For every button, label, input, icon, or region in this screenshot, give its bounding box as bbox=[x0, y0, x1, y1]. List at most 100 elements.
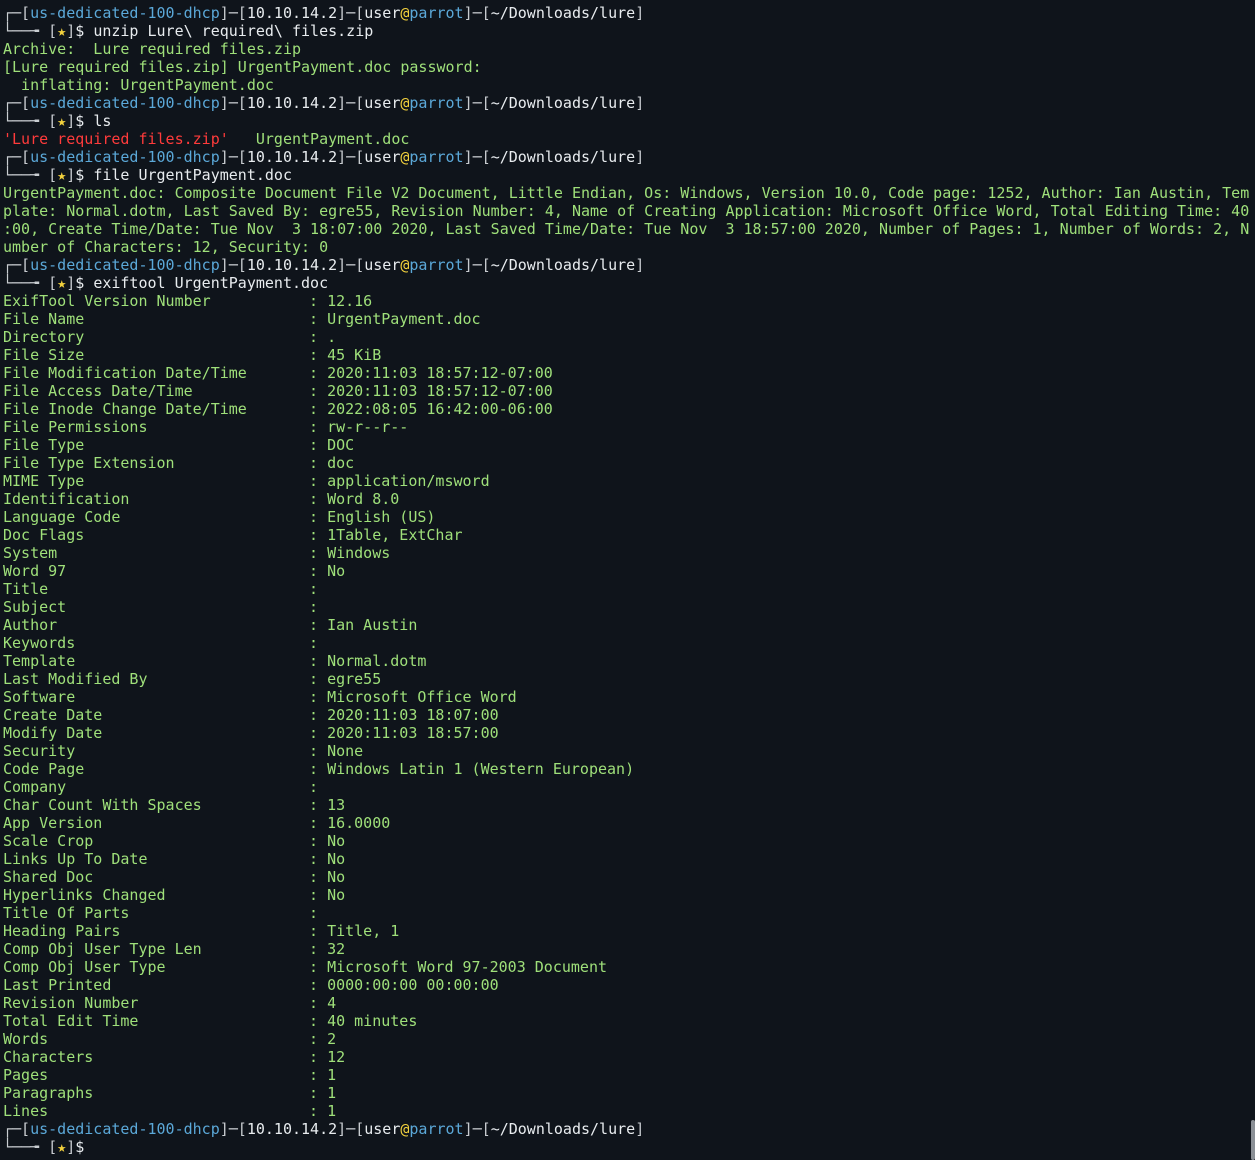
exif-key: Characters bbox=[3, 1048, 94, 1066]
exif-key: Word 97 bbox=[3, 562, 67, 580]
exif-row: ExifTool Version Number: 12.16 bbox=[3, 292, 373, 310]
prompt-header: ┌─[us-dedicated-100-dhcp]─[10.10.14.2]─[… bbox=[3, 4, 645, 22]
exif-value: No bbox=[327, 850, 346, 868]
exif-key: Language Code bbox=[3, 508, 121, 526]
exif-value: 2020:11:03 18:57:12-07:00 bbox=[327, 382, 553, 400]
exif-key: Subject bbox=[3, 598, 67, 616]
prompt-header: ┌─[us-dedicated-100-dhcp]─[10.10.14.2]─[… bbox=[3, 148, 645, 166]
exif-key: Doc Flags bbox=[3, 526, 85, 544]
star-icon: ★ bbox=[57, 166, 67, 184]
exif-row: File Type: DOC bbox=[3, 436, 355, 454]
exif-key: Title bbox=[3, 580, 49, 598]
exif-key: File Access Date/Time bbox=[3, 382, 193, 400]
exif-row: File Inode Change Date/Time: 2022:08:05 … bbox=[3, 400, 553, 418]
exif-value: Normal.dotm bbox=[327, 652, 427, 670]
prompt-command: └──╼ [★]$ unzip Lure\ required\ files.zi… bbox=[3, 22, 374, 40]
prompt-command: └──╼ [★]$ exiftool UrgentPayment.doc bbox=[3, 274, 329, 292]
exif-key: Keywords bbox=[3, 634, 76, 652]
exif-row: File Name: UrgentPayment.doc bbox=[3, 310, 481, 328]
exif-row: Title Of Parts: bbox=[3, 904, 328, 922]
prompt-command: └──╼ [★]$ file UrgentPayment.doc bbox=[3, 166, 292, 184]
scrollbar[interactable] bbox=[1251, 1120, 1255, 1160]
exif-value: 1 bbox=[327, 1084, 337, 1102]
exif-value: egre55 bbox=[327, 670, 382, 688]
exif-key: Identification bbox=[3, 490, 130, 508]
prompt-header: ┌─[us-dedicated-100-dhcp]─[10.10.14.2]─[… bbox=[3, 1120, 645, 1138]
exif-value: DOC bbox=[327, 436, 355, 454]
exif-key: Last Printed bbox=[3, 976, 112, 994]
exif-value: UrgentPayment.doc bbox=[327, 310, 481, 328]
exif-row: Code Page: Windows Latin 1 (Western Euro… bbox=[3, 760, 635, 778]
exif-row: Directory: . bbox=[3, 328, 337, 346]
exif-value: 1 bbox=[327, 1102, 337, 1120]
exif-key: Directory bbox=[3, 328, 85, 346]
exif-row: App Version: 16.0000 bbox=[3, 814, 391, 832]
exif-value: No bbox=[327, 868, 346, 886]
exif-row: Words: 2 bbox=[3, 1030, 337, 1048]
output-line: plate: Normal.dotm, Last Saved By: egre5… bbox=[3, 202, 1250, 220]
exif-key: Paragraphs bbox=[3, 1084, 94, 1102]
exif-key: Software bbox=[3, 688, 76, 706]
exif-value: 2 bbox=[327, 1030, 337, 1048]
exif-row: Security: None bbox=[3, 742, 364, 760]
exif-value: 40 minutes bbox=[327, 1012, 418, 1030]
star-icon: ★ bbox=[57, 1138, 67, 1156]
exif-row: Revision Number: 4 bbox=[3, 994, 337, 1012]
exif-key: Links Up To Date bbox=[3, 850, 148, 868]
exif-value: 4 bbox=[327, 994, 337, 1012]
exif-key: File Permissions bbox=[3, 418, 148, 436]
exif-key: Scale Crop bbox=[3, 832, 94, 850]
exif-row: Keywords: bbox=[3, 634, 328, 652]
exif-row: Last Modified By: egre55 bbox=[3, 670, 382, 688]
ls-output: 'Lure required files.zip' UrgentPayment.… bbox=[3, 130, 410, 148]
exif-value: 32 bbox=[327, 940, 346, 958]
exif-value: doc bbox=[327, 454, 355, 472]
exif-value: Word 8.0 bbox=[327, 490, 400, 508]
output-line: [Lure required files.zip] UrgentPayment.… bbox=[3, 58, 482, 76]
exif-row: Scale Crop: No bbox=[3, 832, 346, 850]
exif-row: Lines: 1 bbox=[3, 1102, 337, 1120]
exif-value: None bbox=[327, 742, 364, 760]
prompt-command[interactable]: └──╼ [★]$ bbox=[3, 1138, 1251, 1156]
terminal-output[interactable]: ┌─[us-dedicated-100-dhcp]─[10.10.14.2]─[… bbox=[3, 4, 1251, 1156]
exif-row: File Access Date/Time: 2020:11:03 18:57:… bbox=[3, 382, 553, 400]
output-line: inflating: UrgentPayment.doc bbox=[3, 76, 274, 94]
prompt-header: ┌─[us-dedicated-100-dhcp]─[10.10.14.2]─[… bbox=[3, 94, 645, 112]
exif-key: Code Page bbox=[3, 760, 85, 778]
output-line: umber of Characters: 12, Security: 0 bbox=[3, 238, 329, 256]
exif-row: Subject: bbox=[3, 598, 328, 616]
exif-row: Author: Ian Austin bbox=[3, 616, 418, 634]
exif-value: Ian Austin bbox=[327, 616, 418, 634]
exif-value: No bbox=[327, 562, 346, 580]
exif-row: Last Printed: 0000:00:00 00:00:00 bbox=[3, 976, 499, 994]
exif-row: Title: bbox=[3, 580, 328, 598]
exif-value: 2020:11:03 18:07:00 bbox=[327, 706, 499, 724]
exif-row: Characters: 12 bbox=[3, 1048, 346, 1066]
exif-key: ExifTool Version Number bbox=[3, 292, 211, 310]
exif-key: Create Date bbox=[3, 706, 103, 724]
exif-value: . bbox=[327, 328, 337, 346]
exif-value: English (US) bbox=[327, 508, 436, 526]
exif-row: System: Windows bbox=[3, 544, 391, 562]
exif-key: File Modification Date/Time bbox=[3, 364, 247, 382]
exif-value: 0000:00:00 00:00:00 bbox=[327, 976, 499, 994]
exif-key: Char Count With Spaces bbox=[3, 796, 202, 814]
exif-row: Comp Obj User Type Len: 32 bbox=[3, 940, 346, 958]
exif-row: File Type Extension: doc bbox=[3, 454, 355, 472]
exif-key: File Type bbox=[3, 436, 85, 454]
star-icon: ★ bbox=[57, 22, 67, 40]
exif-key: Modify Date bbox=[3, 724, 103, 742]
exif-key: File Type Extension bbox=[3, 454, 175, 472]
exif-row: Company: bbox=[3, 778, 328, 796]
exif-row: Links Up To Date: No bbox=[3, 850, 346, 868]
exif-row: Identification: Word 8.0 bbox=[3, 490, 400, 508]
exif-row: File Permissions: rw-r--r-- bbox=[3, 418, 409, 436]
exif-row: Create Date: 2020:11:03 18:07:00 bbox=[3, 706, 499, 724]
exif-value: No bbox=[327, 886, 346, 904]
exif-row: Comp Obj User Type: Microsoft Word 97-20… bbox=[3, 958, 608, 976]
exif-row: MIME Type: application/msword bbox=[3, 472, 490, 490]
exif-value: Windows bbox=[327, 544, 391, 562]
exif-row: Total Edit Time: 40 minutes bbox=[3, 1012, 418, 1030]
exif-output: ExifTool Version Number: 12.16 File Name:… bbox=[3, 292, 1251, 1120]
exif-row: File Size: 45 KiB bbox=[3, 346, 382, 364]
